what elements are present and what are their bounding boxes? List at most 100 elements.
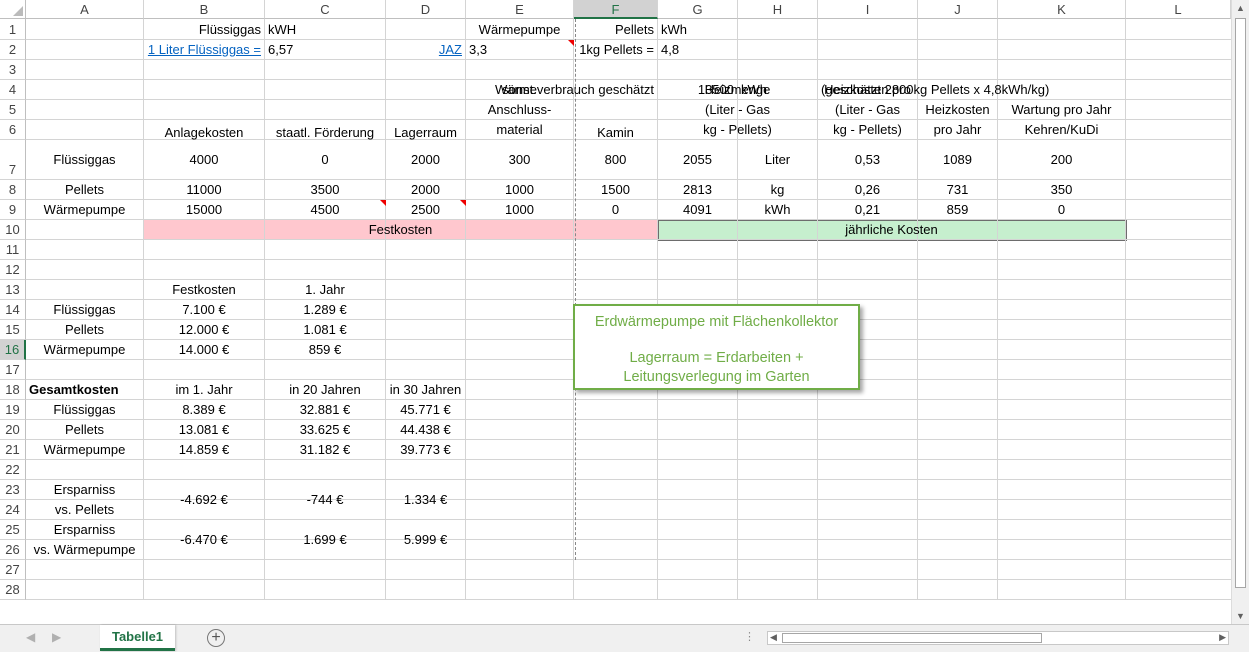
column-header-i[interactable]: I (818, 0, 918, 19)
cell-j6[interactable]: Heizkosten pro Jahr (921, 102, 994, 140)
cell-b15[interactable]: 12.000 € (147, 320, 261, 340)
cell-c18[interactable]: in 20 Jahren (268, 380, 382, 400)
row-header-12[interactable]: 12 (0, 260, 26, 280)
cell-e2[interactable]: 3,3 (469, 40, 570, 60)
cell-h9[interactable]: kWh (741, 200, 814, 220)
row-header-16[interactable]: 16 (0, 340, 26, 360)
cell-b9[interactable]: 15000 (147, 200, 261, 220)
row-header-13[interactable]: 13 (0, 280, 26, 300)
cell-g9[interactable]: 4091 (661, 200, 734, 220)
cell-b23[interactable]: -4.692 € (147, 480, 261, 520)
scroll-right-icon[interactable]: ▶ (1219, 632, 1226, 643)
cell-f6[interactable]: Kamin (577, 120, 654, 141)
cell-a15[interactable]: Pellets (29, 320, 140, 340)
cell-c2[interactable]: 6,57 (268, 40, 382, 60)
cell-c8[interactable]: 3500 (268, 180, 382, 200)
row-header-25[interactable]: 25 (0, 520, 26, 540)
cell-d2[interactable]: JAZ (389, 40, 462, 60)
row-header-2[interactable]: 2 (0, 40, 26, 60)
cell-c1[interactable]: kWH (268, 19, 382, 40)
row-header-7[interactable]: 7 (0, 140, 26, 180)
column-header-f[interactable]: F (574, 0, 658, 19)
cell-c25[interactable]: 1.699 € (268, 520, 382, 560)
row-header-23[interactable]: 23 (0, 480, 26, 500)
row-header-6[interactable]: 6 (0, 120, 26, 140)
cell-k7[interactable]: 200 (1001, 140, 1122, 180)
column-header-e[interactable]: E (466, 0, 574, 19)
cell-d6[interactable]: Lagerraum (389, 120, 462, 141)
cell-b13[interactable]: Festkosten (147, 280, 261, 300)
select-all-corner[interactable] (0, 0, 26, 19)
row-header-1[interactable]: 1 (0, 19, 26, 40)
cell-e9[interactable]: 1000 (469, 200, 570, 220)
column-header-d[interactable]: D (386, 0, 466, 19)
cell-b2[interactable]: 1 Liter Flüssiggas = (147, 40, 261, 60)
cell-c6[interactable]: staatl. Förderung (268, 120, 382, 141)
row-header-3[interactable]: 3 (0, 60, 26, 80)
add-sheet-icon[interactable]: + (207, 629, 225, 647)
cell-a9[interactable]: Wärmepumpe (29, 200, 140, 220)
cell-k9[interactable]: 0 (1001, 200, 1122, 220)
cell-j9[interactable]: 859 (921, 200, 994, 220)
row-header-15[interactable]: 15 (0, 320, 26, 340)
cell-f1[interactable]: Pellets (577, 19, 654, 40)
cell-i6[interactable]: Heizkosten pro (Liter - Gas kg - Pellets) (821, 82, 914, 140)
vertical-scrollbar[interactable]: ▲ ▼ (1231, 0, 1249, 624)
cell-b7[interactable]: 4000 (147, 140, 261, 180)
cell-c7[interactable]: 0 (268, 140, 382, 180)
cell-b19[interactable]: 8.389 € (147, 400, 261, 420)
row-header-9[interactable]: 9 (0, 200, 26, 220)
row-header-8[interactable]: 8 (0, 180, 26, 200)
cell-j7[interactable]: 1089 (921, 140, 994, 180)
cell-a8[interactable]: Pellets (29, 180, 140, 200)
row-header-11[interactable]: 11 (0, 240, 26, 260)
cell-d19[interactable]: 45.771 € (389, 400, 462, 420)
row-header-4[interactable]: 4 (0, 80, 26, 100)
cell-k6[interactable]: Wartung pro Jahr Kehren/KuDi (1001, 102, 1122, 140)
cell-b8[interactable]: 11000 (147, 180, 261, 200)
cell-c20[interactable]: 33.625 € (268, 420, 382, 440)
cell-c9[interactable]: 4500 (268, 200, 382, 220)
cell-a20[interactable]: Pellets (29, 420, 140, 440)
cell-d23[interactable]: 1.334 € (389, 480, 462, 520)
cell-i7[interactable]: 0,53 (821, 140, 914, 180)
row-header-14[interactable]: 14 (0, 300, 26, 320)
note-textbox[interactable]: Erdwärmepumpe mit Flächenkollektor Lagerr… (573, 304, 860, 390)
cell-h7[interactable]: Liter (741, 140, 814, 180)
vertical-scroll-thumb[interactable] (1235, 18, 1246, 588)
cell-d18[interactable]: in 30 Jahren (389, 380, 462, 400)
next-sheet-icon[interactable]: ▶ (52, 630, 61, 644)
cell-e8[interactable]: 1000 (469, 180, 570, 200)
cell-c14[interactable]: 1.289 € (268, 300, 382, 320)
cell-a19[interactable]: Flüssiggas (29, 400, 140, 420)
horizontal-scrollbar[interactable]: ◀ ▶ (767, 631, 1229, 645)
cell-i8[interactable]: 0,26 (821, 180, 914, 200)
cell-d8[interactable]: 2000 (389, 180, 462, 200)
cell-a14[interactable]: Flüssiggas (29, 300, 140, 320)
cell-c21[interactable]: 31.182 € (268, 440, 382, 460)
cell-c16[interactable]: 859 € (268, 340, 382, 360)
cell-b1[interactable]: Flüssiggas (147, 19, 261, 40)
prev-sheet-icon[interactable]: ◀ (26, 630, 35, 644)
row-header-18[interactable]: 18 (0, 380, 26, 400)
cell-b18[interactable]: im 1. Jahr (147, 380, 261, 400)
column-header-g[interactable]: G (658, 0, 738, 19)
cell-d7[interactable]: 2000 (389, 140, 462, 180)
cell-h8[interactable]: kg (741, 180, 814, 200)
column-header-b[interactable]: B (144, 0, 265, 19)
cell-b16[interactable]: 14.000 € (147, 340, 261, 360)
column-header-a[interactable]: A (26, 0, 144, 19)
cell-g6[interactable]: Heizmenge (Liter - Gas kg - Pellets) (661, 82, 814, 140)
cell-a23[interactable]: Ersparniss vs. Pellets (29, 480, 140, 520)
cell-g1[interactable]: kWh (661, 19, 734, 40)
cell-b10[interactable]: Festkosten (147, 220, 654, 240)
row-header-28[interactable]: 28 (0, 580, 26, 600)
cell-c15[interactable]: 1.081 € (268, 320, 382, 340)
row-header-24[interactable]: 24 (0, 500, 26, 520)
cell-d21[interactable]: 39.773 € (389, 440, 462, 460)
column-header-k[interactable]: K (998, 0, 1126, 19)
scroll-up-icon[interactable]: ▲ (1236, 3, 1245, 13)
column-header-c[interactable]: C (265, 0, 386, 19)
column-header-l[interactable]: L (1126, 0, 1231, 19)
cell-g7[interactable]: 2055 (661, 140, 734, 180)
